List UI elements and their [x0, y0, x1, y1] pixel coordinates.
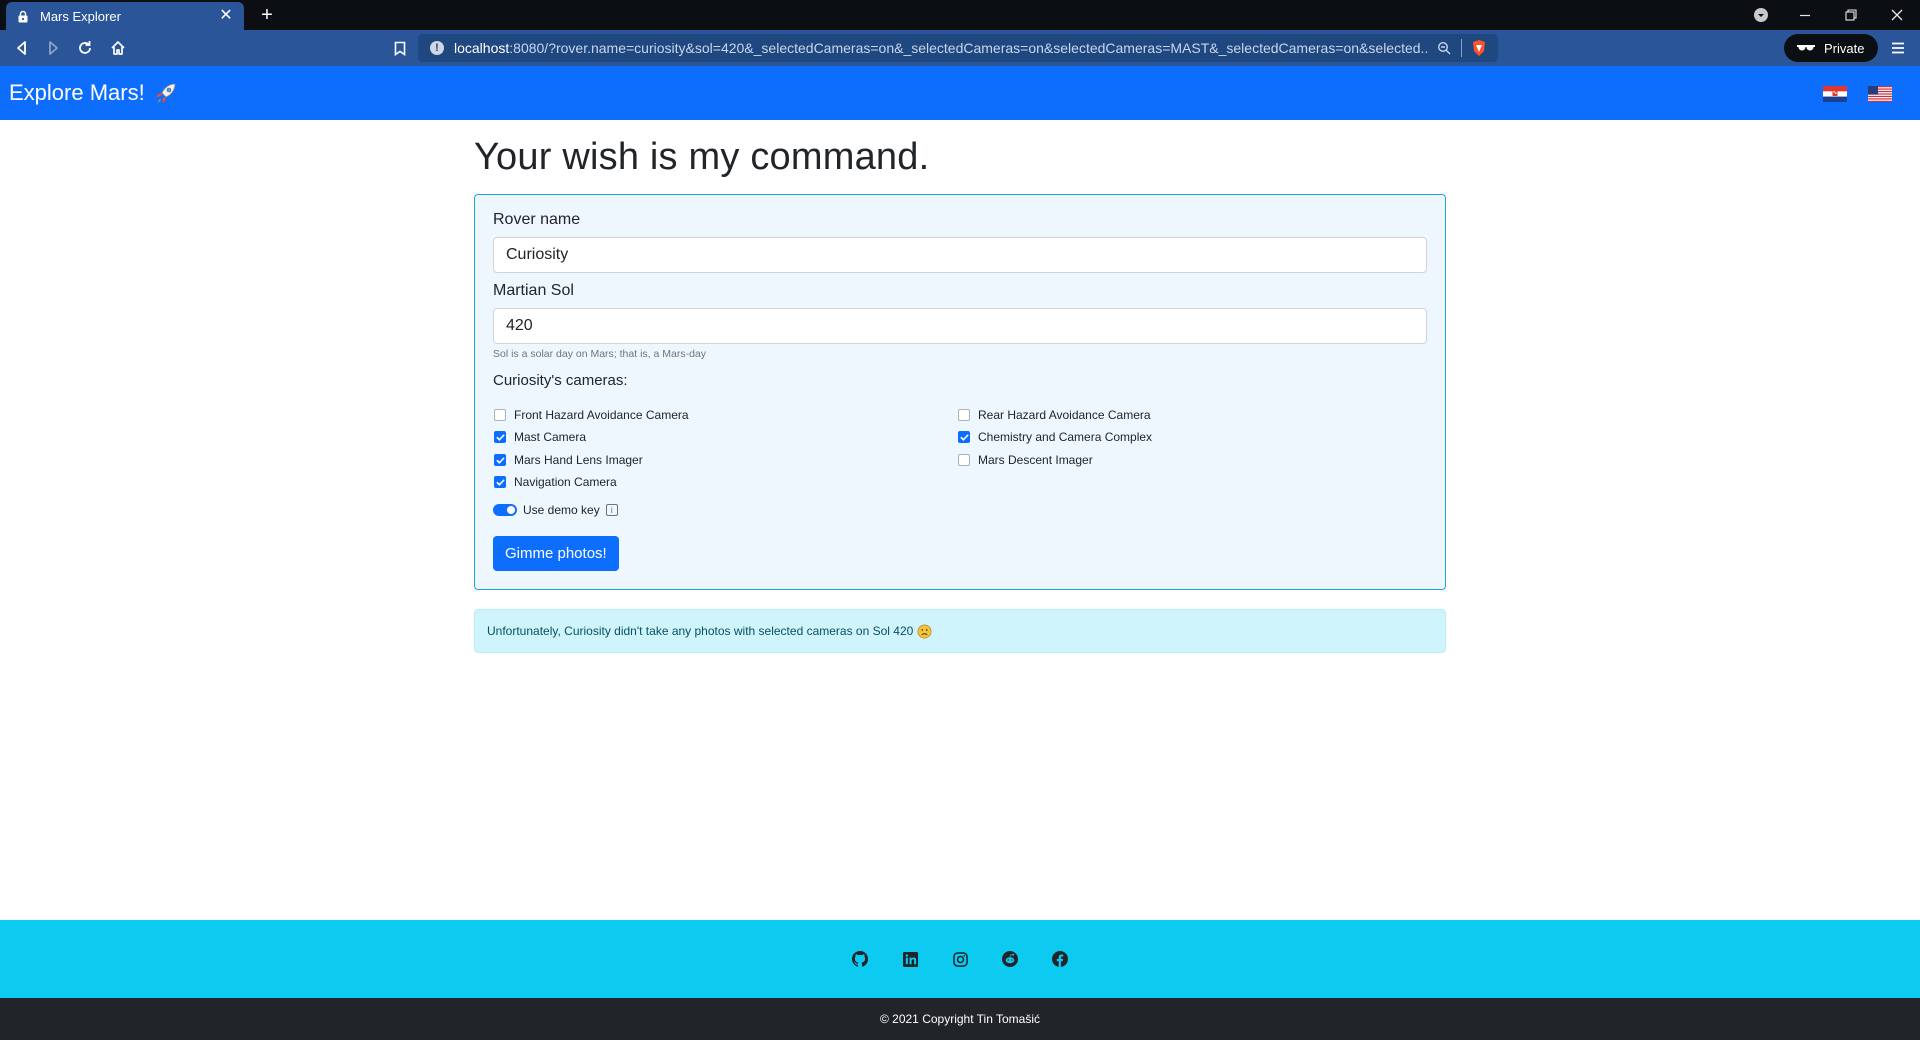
camera-label: Mars Descent Imager	[978, 453, 1093, 467]
facebook-icon[interactable]	[1051, 950, 1069, 968]
instagram-icon[interactable]	[951, 950, 969, 968]
divider	[1461, 39, 1462, 57]
camera-checkbox-chemcam[interactable]: Chemistry and Camera Complex	[958, 430, 1152, 444]
minimize-icon[interactable]	[1782, 0, 1828, 30]
lock-icon	[16, 9, 30, 23]
github-icon[interactable]	[851, 950, 869, 968]
usa-flag-icon[interactable]	[1868, 86, 1892, 102]
home-icon[interactable]	[106, 36, 130, 60]
browser-tab[interactable]: Mars Explorer ✕	[6, 2, 244, 30]
checkbox-box[interactable]	[958, 454, 970, 466]
reload-icon[interactable]	[73, 36, 97, 60]
back-icon[interactable]	[10, 36, 34, 60]
private-glasses-icon	[1796, 43, 1816, 53]
brand-text: Explore Mars!	[9, 80, 145, 105]
camera-checkbox-fhaz[interactable]: Front Hazard Avoidance Camera	[494, 408, 689, 422]
rover-search-form: Rover name Martian Sol Sol is a solar da…	[474, 194, 1446, 590]
martian-sol-label: Martian Sol	[493, 282, 574, 299]
checkbox-box[interactable]	[494, 476, 506, 488]
croatia-flag-icon[interactable]	[1823, 86, 1847, 102]
bookmark-icon[interactable]	[388, 36, 412, 60]
copyright-text: © 2021 Copyright Tin Tomašić	[879, 1012, 1041, 1026]
url-text[interactable]: localhost:8080/?rover.name=curiosity&sol…	[454, 40, 1427, 56]
linkedin-icon[interactable]	[901, 950, 919, 968]
close-tab-icon[interactable]: ✕	[218, 8, 234, 24]
app-navbar: Explore Mars!	[0, 66, 1920, 120]
private-label: Private	[1824, 40, 1865, 56]
restore-icon[interactable]	[1828, 0, 1874, 30]
copyright-bar: © 2021 Copyright Tin Tomašić	[0, 998, 1920, 1040]
rover-name-input[interactable]	[493, 237, 1427, 273]
info-icon[interactable]: i	[605, 504, 618, 516]
no-photos-alert: Unfortunately, Curiosity didn't take any…	[474, 609, 1446, 653]
hamburger-menu-icon[interactable]	[1886, 36, 1910, 60]
brand-link[interactable]: Explore Mars!	[9, 79, 179, 107]
tab-title: Mars Explorer	[40, 8, 121, 24]
rover-name-label: Rover name	[493, 211, 581, 228]
demo-key-toggle[interactable]	[493, 504, 517, 516]
sad-face-icon	[917, 624, 932, 639]
private-window-badge[interactable]: Private	[1784, 34, 1878, 62]
page-title: Your wish is my command.	[474, 136, 930, 178]
cameras-title: Curiosity's cameras:	[493, 372, 628, 389]
alert-text: Unfortunately, Curiosity didn't take any…	[487, 624, 914, 638]
checkbox-box[interactable]	[494, 454, 506, 466]
site-info-icon[interactable]: !	[430, 41, 444, 55]
camera-label: Navigation Camera	[514, 475, 617, 489]
browser-toolbar: ! localhost:8080/?rover.name=curiosity&s…	[0, 30, 1920, 66]
address-bar[interactable]: ! localhost:8080/?rover.name=curiosity&s…	[418, 34, 1498, 62]
footer-social-bar	[0, 920, 1920, 998]
camera-label: Front Hazard Avoidance Camera	[514, 408, 689, 422]
brave-shields-icon[interactable]	[1470, 39, 1488, 57]
close-window-icon[interactable]	[1874, 0, 1920, 30]
demo-key-row: Use demo key i	[493, 503, 618, 517]
camera-checkbox-rhaz[interactable]: Rear Hazard Avoidance Camera	[958, 408, 1151, 422]
camera-checkbox-mahli[interactable]: Mars Hand Lens Imager	[494, 453, 643, 467]
checkbox-box[interactable]	[494, 409, 506, 421]
profile-dropdown-icon[interactable]	[1738, 0, 1784, 30]
camera-checkbox-mardi[interactable]: Mars Descent Imager	[958, 453, 1093, 467]
sol-help-text: Sol is a solar day on Mars; that is, a M…	[493, 348, 706, 360]
camera-label: Mast Camera	[514, 430, 587, 444]
toggle-knob	[507, 506, 515, 514]
camera-checkbox-navcam[interactable]: Navigation Camera	[494, 475, 617, 489]
camera-label: Mars Hand Lens Imager	[514, 453, 643, 467]
demo-key-label: Use demo key	[523, 503, 600, 517]
new-tab-icon[interactable]: +	[256, 4, 278, 26]
camera-checkbox-mast[interactable]: Mast Camera	[494, 430, 586, 444]
reddit-icon[interactable]	[1001, 950, 1019, 968]
martian-sol-input[interactable]	[493, 308, 1427, 344]
checkbox-box[interactable]	[958, 409, 970, 421]
checkbox-box[interactable]	[494, 431, 506, 443]
forward-icon[interactable]	[41, 36, 65, 60]
gimme-photos-button[interactable]: Gimme photos!	[493, 536, 619, 571]
browser-tab-strip: Mars Explorer ✕ +	[0, 0, 1920, 30]
rocket-icon	[153, 80, 179, 106]
zoom-icon[interactable]	[1435, 39, 1453, 57]
camera-label: Rear Hazard Avoidance Camera	[978, 408, 1151, 422]
checkbox-box[interactable]	[958, 431, 970, 443]
camera-label: Chemistry and Camera Complex	[978, 430, 1153, 444]
